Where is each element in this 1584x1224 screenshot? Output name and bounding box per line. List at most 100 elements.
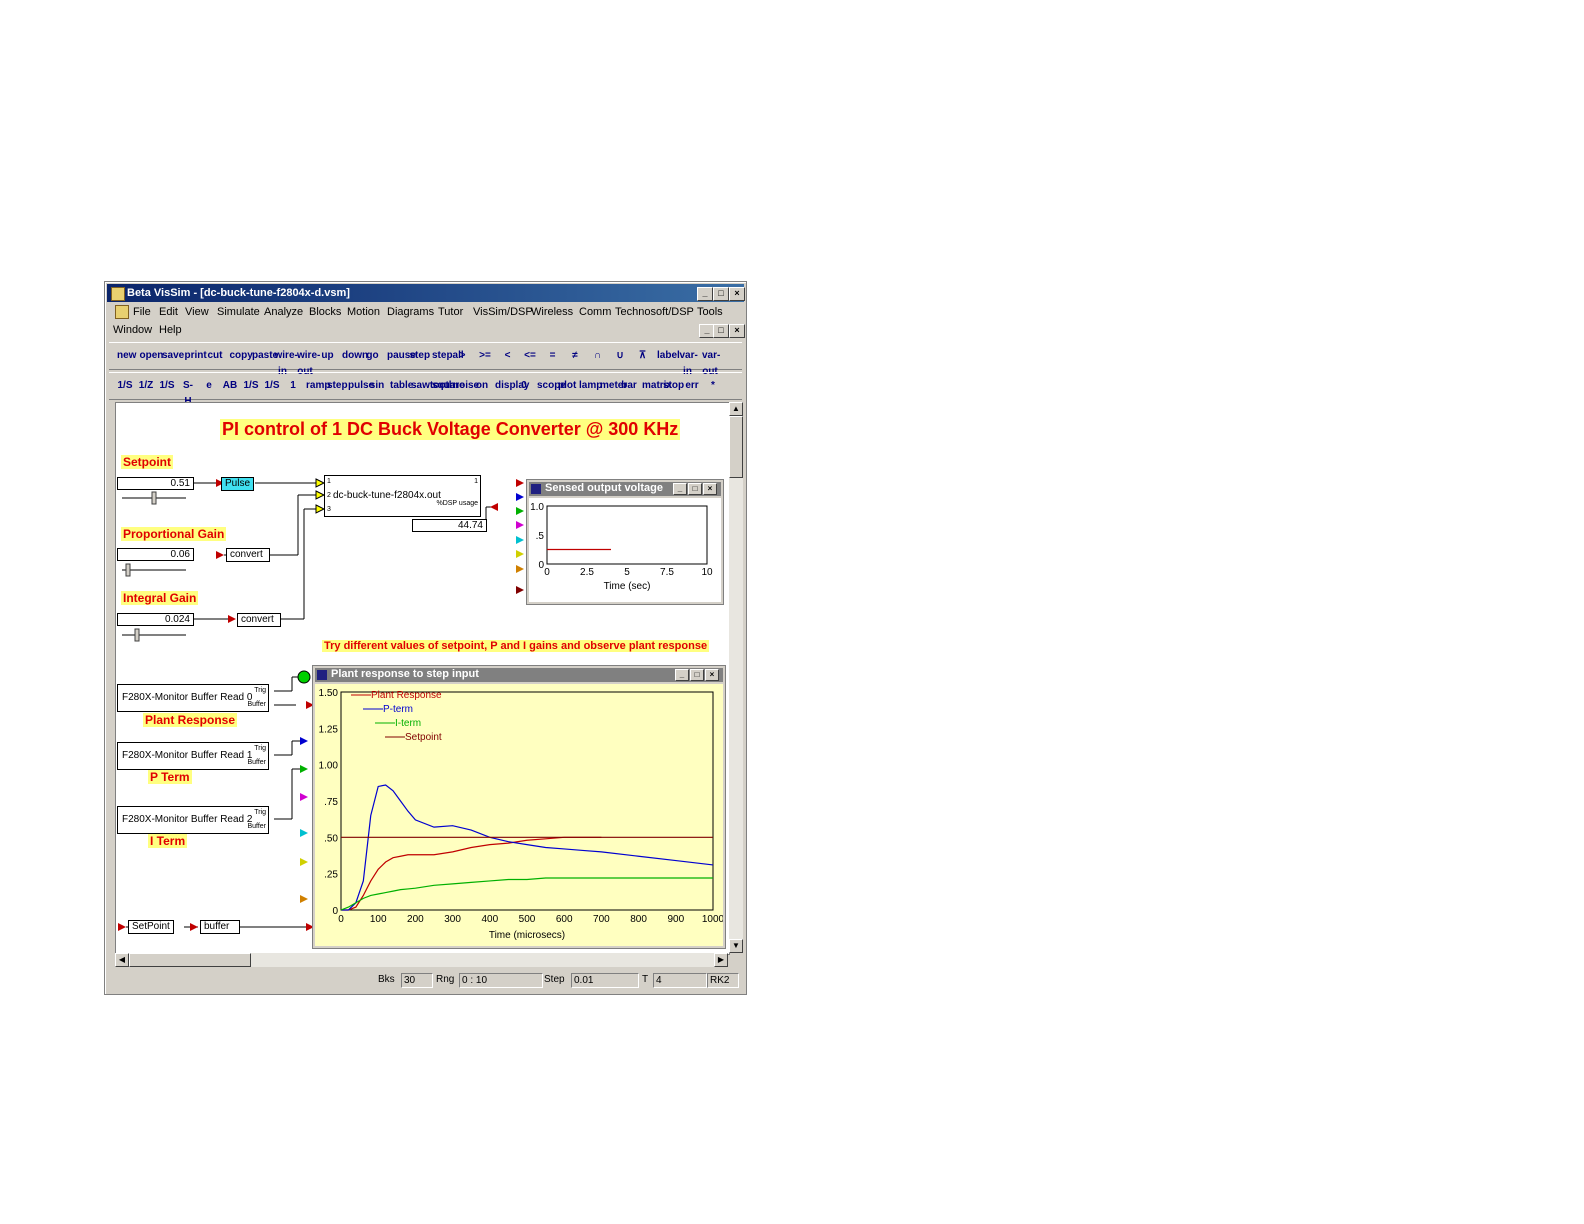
menu-view[interactable]: View	[185, 306, 209, 318]
plant-plot-close[interactable]: ×	[705, 669, 719, 681]
toolbar-toolbar2-11-icon[interactable]: pulse	[348, 378, 374, 394]
sensed-voltage-plot[interactable]: Sensed output voltage _ □ × 1.0.5 0 0 2.5 5 7…	[526, 479, 724, 605]
horizontal-scrollbar[interactable]: ◀ ▶	[115, 953, 728, 967]
toolbar-toolbar1-11-icon[interactable]: go	[365, 348, 381, 364]
toolbar-toolbar2-6-icon[interactable]: 1/S	[243, 378, 259, 394]
diagram-canvas[interactable]: PI control of 1 DC Buck Voltage Converte…	[115, 402, 730, 955]
dsp-main-block[interactable]: 1 2 3 1 dc-buck-tune-f2804x.out %DSP usa…	[324, 475, 481, 517]
toolbar-toolbar2-0-icon[interactable]: 1/S	[117, 378, 133, 394]
buffer-block[interactable]: buffer	[200, 920, 240, 934]
setpoint-source-block[interactable]: SetPoint	[128, 920, 174, 934]
toolbar-toolbar1-13-icon[interactable]: step	[410, 348, 431, 364]
integral-gain-input[interactable]: 0.024	[117, 613, 194, 626]
toolbar-toolbar2-27-icon[interactable]: err	[684, 378, 700, 394]
plant-response-plot[interactable]: Plant response to step input _ □ × 1.50 1…	[312, 665, 726, 949]
toolbar-toolbar1-25-icon[interactable]: var-in	[680, 348, 698, 377]
toolbar-toolbar2-2-icon[interactable]: 1/S	[159, 378, 175, 394]
menu-blocks[interactable]: Blocks	[309, 306, 341, 318]
menu-tutor[interactable]: Tutor	[438, 306, 463, 318]
menu-edit[interactable]: Edit	[159, 306, 178, 318]
toolbar-toolbar2-23-icon[interactable]: meter	[600, 378, 627, 394]
plant-plot-maximize[interactable]: □	[690, 669, 704, 681]
sensed-plot-minimize[interactable]: _	[673, 483, 687, 495]
toolbar-toolbar2-26-icon[interactable]: stop	[663, 378, 684, 394]
toolbar-toolbar2-22-icon[interactable]: lamp	[579, 378, 602, 394]
scroll-up-button[interactable]: ▲	[729, 402, 743, 416]
monitor-block-2[interactable]: F280X-Monitor Buffer Read 2 Trig Buffer	[117, 806, 269, 834]
menu-file[interactable]: File	[133, 306, 151, 318]
menu-window[interactable]: Window	[113, 324, 152, 336]
toolbar-toolbar2-12-icon[interactable]: sin	[369, 378, 385, 394]
toolbar-toolbar2-16-icon[interactable]: noise	[453, 378, 479, 394]
toolbar-toolbar2-15-icon[interactable]: square	[432, 378, 465, 394]
toolbar-toolbar2-8-icon[interactable]: 1	[285, 378, 301, 394]
toolbar-toolbar1-21-icon[interactable]: ∩	[590, 348, 606, 364]
toolbar-toolbar2-4-icon[interactable]: e	[201, 378, 217, 394]
toolbar-toolbar1-0-icon[interactable]: new	[117, 348, 136, 364]
toolbar-toolbar2-25-icon[interactable]: matrix	[642, 378, 672, 394]
toolbar-toolbar1-3-icon[interactable]: print	[185, 348, 207, 364]
toolbar-toolbar1-18-icon[interactable]: <=	[522, 348, 538, 364]
toolbar-toolbar1-4-icon[interactable]: cut	[207, 348, 223, 364]
maximize-button[interactable]: □	[713, 287, 729, 301]
menu-motion[interactable]: Motion	[347, 306, 380, 318]
toolbar-toolbar1-7-icon[interactable]: wire-in	[275, 348, 298, 377]
toolbar-toolbar2-14-icon[interactable]: sawtooth	[411, 378, 455, 394]
toolbar-toolbar2-13-icon[interactable]: table	[390, 378, 413, 394]
monitor-block-1[interactable]: F280X-Monitor Buffer Read 1 Trig Buffer	[117, 742, 269, 770]
toolbar-toolbar1-12-icon[interactable]: pause	[387, 348, 416, 364]
toolbar-toolbar1-15-icon[interactable]: >	[455, 348, 471, 364]
vertical-scrollbar[interactable]: ▲ ▼	[729, 402, 743, 953]
toolbar-toolbar2-18-icon[interactable]: display	[495, 378, 529, 394]
menu-comm[interactable]: Comm	[579, 306, 611, 318]
toolbar-toolbar2-17-icon[interactable]: on	[474, 378, 490, 394]
convert-block-i[interactable]: convert	[237, 613, 281, 627]
toolbar-toolbar1-2-icon[interactable]: save	[162, 348, 184, 364]
toolbar-toolbar1-20-icon[interactable]: ≠	[567, 348, 583, 364]
sensed-plot-maximize[interactable]: □	[688, 483, 702, 495]
toolbar-toolbar2-1-icon[interactable]: 1/Z	[138, 378, 154, 394]
scroll-left-button[interactable]: ◀	[115, 953, 129, 967]
pulse-block[interactable]: Pulse	[221, 477, 255, 491]
horizontal-scroll-thumb[interactable]	[129, 953, 251, 967]
toolbar-toolbar2-9-icon[interactable]: ramp	[306, 378, 330, 394]
toolbar-toolbar2-24-icon[interactable]: bar	[621, 378, 637, 394]
menu-simulate[interactable]: Simulate	[217, 306, 260, 318]
toolbar-toolbar1-19-icon[interactable]: =	[545, 348, 561, 364]
doc-close-button[interactable]: ×	[729, 324, 745, 338]
menu-vissim-dsp[interactable]: VisSim/DSP	[473, 306, 533, 318]
menu-wireless[interactable]: Wireless	[531, 306, 573, 318]
doc-restore-button[interactable]: □	[713, 324, 729, 338]
menu-diagrams[interactable]: Diagrams	[387, 306, 434, 318]
convert-block-p[interactable]: convert	[226, 548, 270, 562]
toolbar-toolbar1-8-icon[interactable]: wire-out	[297, 348, 320, 377]
toolbar-toolbar1-22-icon[interactable]: ∪	[612, 348, 628, 364]
toolbar-toolbar2-28-icon[interactable]: *	[705, 378, 721, 394]
toolbar-toolbar2-21-icon[interactable]: plot	[558, 378, 576, 394]
toolbar-toolbar1-24-icon[interactable]: label	[657, 348, 680, 364]
menu-tools[interactable]: Tools	[697, 306, 723, 318]
toolbar-toolbar1-9-icon[interactable]: up	[320, 348, 336, 364]
toolbar-toolbar1-26-icon[interactable]: var-out	[702, 348, 720, 377]
sensed-plot-close[interactable]: ×	[703, 483, 717, 495]
scroll-right-button[interactable]: ▶	[714, 953, 728, 967]
toolbar-toolbar2-5-icon[interactable]: AB	[222, 378, 238, 394]
menu-help[interactable]: Help	[159, 324, 182, 336]
toolbar-toolbar2-7-icon[interactable]: 1/S	[264, 378, 280, 394]
close-button[interactable]: ×	[729, 287, 745, 301]
toolbar-toolbar2-10-icon[interactable]: step	[327, 378, 348, 394]
plant-plot-minimize[interactable]: _	[675, 669, 689, 681]
toolbar-toolbar1-5-icon[interactable]: copy	[230, 348, 253, 364]
toolbar-toolbar1-14-icon[interactable]: stepall	[432, 348, 464, 364]
menu-technosoft-dsp[interactable]: Technosoft/DSP	[615, 306, 694, 318]
minimize-button[interactable]: _	[697, 287, 713, 301]
toolbar-toolbar1-17-icon[interactable]: <	[500, 348, 516, 364]
toolbar-toolbar1-10-icon[interactable]: down	[342, 348, 368, 364]
toolbar-toolbar1-16-icon[interactable]: >=	[477, 348, 493, 364]
menu-analyze[interactable]: Analyze	[264, 306, 303, 318]
toolbar-toolbar2-3-icon[interactable]: S-H	[180, 378, 196, 407]
toolbar-toolbar1-23-icon[interactable]: ⊼	[635, 348, 651, 364]
toolbar-toolbar2-20-icon[interactable]: scope	[537, 378, 566, 394]
vertical-scroll-thumb[interactable]	[729, 416, 743, 478]
toolbar-toolbar1-6-icon[interactable]: paste	[252, 348, 278, 364]
